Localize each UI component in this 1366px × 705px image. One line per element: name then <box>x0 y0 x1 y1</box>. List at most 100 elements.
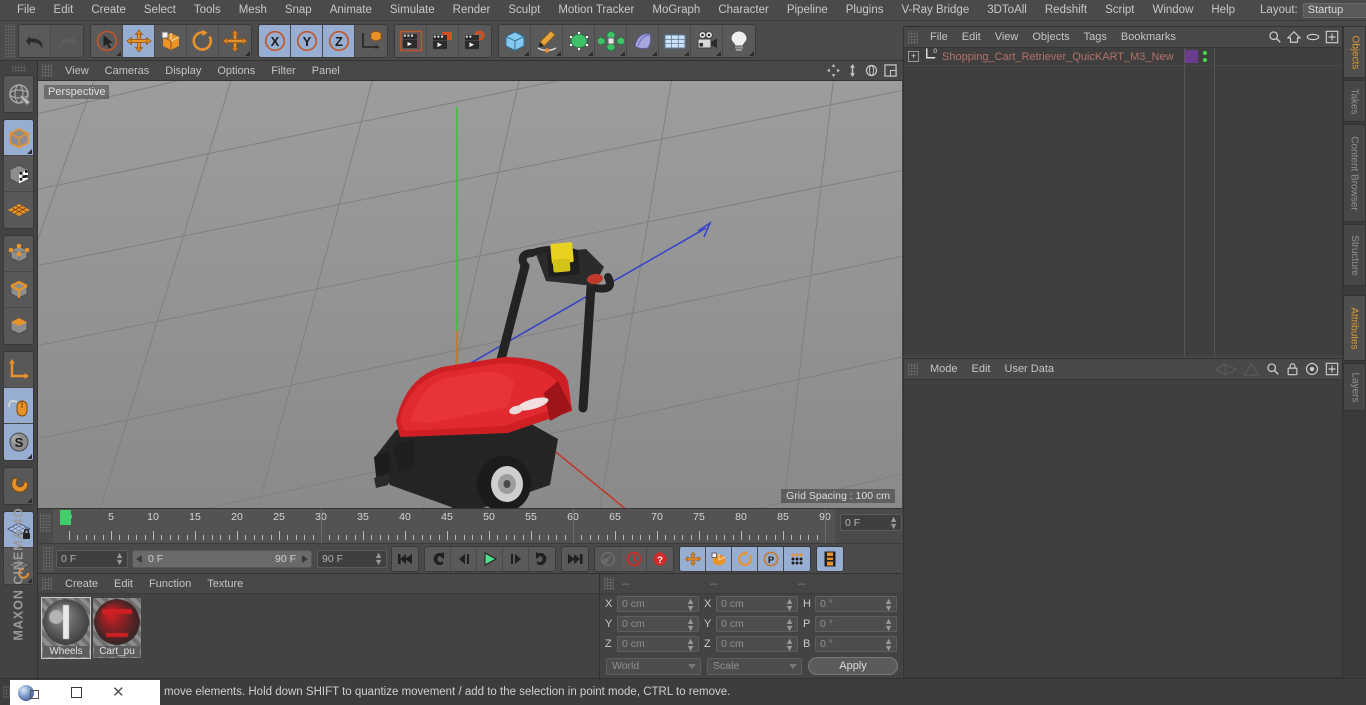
autokeying-button[interactable] <box>621 546 647 571</box>
left-toolbar-grip[interactable] <box>11 65 26 72</box>
undo-button[interactable] <box>19 24 51 57</box>
viewport-menu-grip[interactable] <box>42 64 52 77</box>
spinner-icon[interactable]: ▲ ▼ <box>686 637 695 653</box>
viewport-menu-options[interactable]: Options <box>209 61 263 81</box>
menu-item-edit[interactable]: Edit <box>45 0 83 21</box>
uv-mesh-mode-button[interactable] <box>4 192 33 228</box>
record-point-level-button[interactable] <box>784 546 810 571</box>
lock-icon[interactable] <box>1286 362 1299 381</box>
menu-item-create[interactable]: Create <box>82 0 135 21</box>
menu-item-redshift[interactable]: Redshift <box>1036 0 1096 21</box>
spinner-icon[interactable]: ▲ ▼ <box>785 637 794 653</box>
enable-axis-modification-button[interactable] <box>4 352 33 388</box>
add-scene-object-button[interactable] <box>659 24 691 57</box>
spinner-icon[interactable]: ▲ ▼ <box>686 597 695 613</box>
add-array-button[interactable] <box>595 24 627 57</box>
material-menu-create[interactable]: Create <box>57 574 106 594</box>
render-region-button[interactable] <box>427 24 459 57</box>
spinner-icon[interactable]: ▲ ▼ <box>374 550 383 566</box>
rotation-h-field[interactable]: 0 ° ▲ ▼ <box>815 596 897 613</box>
object-manager-menu-tags[interactable]: Tags <box>1077 27 1114 48</box>
go-forward-button[interactable] <box>529 546 555 571</box>
add-light-button[interactable] <box>723 24 755 57</box>
timeline-ruler[interactable]: 051015202530354045505560657075808590 <box>53 509 835 544</box>
model-mode-button[interactable] <box>4 120 33 156</box>
menu-item-mesh[interactable]: Mesh <box>230 0 276 21</box>
size-y-field[interactable]: 0 cm ▲ ▼ <box>716 616 798 633</box>
world-object-coordinates-button[interactable] <box>355 24 387 57</box>
dock-tab-takes[interactable]: Takes <box>1343 80 1366 122</box>
menu-item-tools[interactable]: Tools <box>185 0 230 21</box>
object-row[interactable]: +0 Shopping_Cart_Retriever_QuicKART_M3_Ne… <box>904 48 1342 66</box>
dock-tab-structure[interactable]: Structure <box>1343 224 1366 286</box>
menu-item-snap[interactable]: Snap <box>276 0 321 21</box>
object-manager-menu-view[interactable]: View <box>988 27 1026 48</box>
go-back-button[interactable] <box>425 546 451 571</box>
add-deformer-button[interactable] <box>627 24 659 57</box>
object-manager-menu-edit[interactable]: Edit <box>955 27 988 48</box>
points-mode-button[interactable] <box>4 236 33 272</box>
menu-item-mograph[interactable]: MoGraph <box>643 0 709 21</box>
home-icon[interactable] <box>1286 30 1302 49</box>
rotation-p-field[interactable]: 0 ° ▲ ▼ <box>815 616 897 633</box>
record-rotation-button[interactable] <box>732 546 758 571</box>
search-icon[interactable] <box>1268 30 1282 49</box>
keyframe-selection-button[interactable]: ? <box>647 546 673 571</box>
material-item[interactable]: Wheels <box>41 597 91 659</box>
menu-item-sculpt[interactable]: Sculpt <box>499 0 549 21</box>
apply-button[interactable]: Apply <box>808 657 898 675</box>
size-x-field[interactable]: 0 cm ▲ ▼ <box>716 596 798 613</box>
record-active-objects-button[interactable] <box>595 546 621 571</box>
dynamic-place-tool[interactable] <box>219 24 251 57</box>
add-cube-button[interactable] <box>499 24 531 57</box>
dock-tab-content-browser[interactable]: Content Browser <box>1343 124 1366 222</box>
material-item[interactable]: Cart_pu <box>93 598 141 658</box>
record-scale-button[interactable] <box>706 546 732 571</box>
go-to-start-button[interactable] <box>392 546 418 571</box>
layout-dropdown[interactable]: Startup <box>1302 2 1366 18</box>
menu-item-render[interactable]: Render <box>444 0 500 21</box>
material-menu-texture[interactable]: Texture <box>199 574 251 594</box>
rotate-tool[interactable] <box>187 24 219 57</box>
attribute-menu-edit[interactable]: Edit <box>965 359 998 380</box>
toolbar-grip[interactable] <box>5 23 15 58</box>
position-x-field[interactable]: 0 cm ▲ ▼ <box>617 596 699 613</box>
play-button[interactable] <box>477 546 503 571</box>
maximize-icon[interactable] <box>883 63 898 78</box>
close-button[interactable]: ✕ <box>112 685 125 700</box>
size-z-field[interactable]: 0 cm ▲ ▼ <box>716 636 798 653</box>
record-position-button[interactable] <box>680 546 706 571</box>
spinner-icon[interactable]: ▲ ▼ <box>115 550 124 566</box>
object-manager-menu-file[interactable]: File <box>923 27 955 48</box>
render-settings-button[interactable] <box>459 24 491 57</box>
material-menu-edit[interactable]: Edit <box>106 574 141 594</box>
add-spline-button[interactable] <box>531 24 563 57</box>
make-editable-button[interactable] <box>4 76 33 112</box>
previous-frame-button[interactable] <box>451 546 477 571</box>
record-parameter-button[interactable]: P <box>758 546 784 571</box>
menu-item-simulate[interactable]: Simulate <box>381 0 444 21</box>
plus-box-icon[interactable] <box>1325 30 1339 49</box>
viewport-solo-button[interactable] <box>4 388 33 424</box>
object-manager-grip[interactable] <box>908 30 918 44</box>
material-menu-grip[interactable] <box>42 577 52 590</box>
go-to-end-button[interactable] <box>562 546 588 571</box>
soft-selection-button[interactable]: S <box>4 424 33 460</box>
add-generator-button[interactable] <box>563 24 595 57</box>
next-frame-button[interactable] <box>503 546 529 571</box>
move-tool[interactable] <box>123 24 155 57</box>
back-nav-icon[interactable] <box>1214 362 1238 381</box>
attribute-menu-mode[interactable]: Mode <box>923 359 965 380</box>
position-z-field[interactable]: 0 cm ▲ ▼ <box>617 636 699 653</box>
playhead[interactable] <box>60 510 71 525</box>
spinner-icon[interactable]: ▲ ▼ <box>785 617 794 633</box>
maximize-button[interactable] <box>71 687 82 698</box>
material-menu-function[interactable]: Function <box>141 574 199 594</box>
transport-grip[interactable] <box>43 545 53 572</box>
lock-z-axis-button[interactable]: Z <box>323 24 355 57</box>
spinner-icon[interactable]: ▲ ▼ <box>884 637 893 653</box>
viewport-menu-cameras[interactable]: Cameras <box>97 61 158 81</box>
dock-tab-layers[interactable]: Layers <box>1343 363 1366 411</box>
coordinate-system-dropdown[interactable]: World <box>606 657 701 675</box>
target-icon[interactable] <box>1305 362 1319 381</box>
